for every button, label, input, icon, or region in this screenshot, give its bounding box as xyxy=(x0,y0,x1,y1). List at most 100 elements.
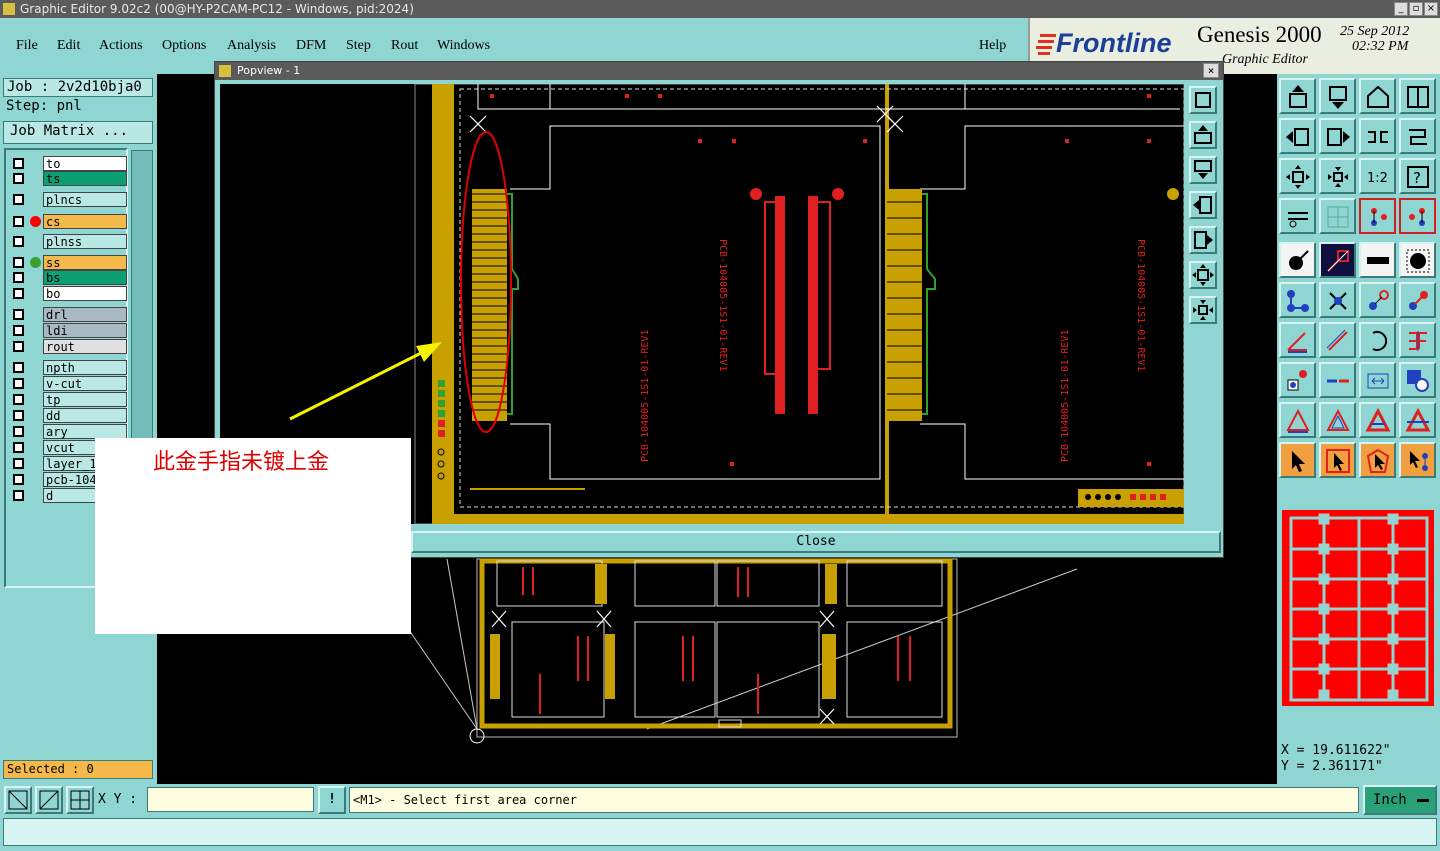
tool-zoom-up-button[interactable] xyxy=(1279,78,1316,114)
tool-triangle-a-button[interactable] xyxy=(1279,402,1316,438)
popview-zoom-out-button[interactable] xyxy=(1189,296,1217,324)
tool-measure-button[interactable] xyxy=(1279,198,1316,234)
tool-zoom-out-button[interactable] xyxy=(1319,158,1356,194)
layer-name[interactable]: bs xyxy=(43,270,127,285)
menu-rout[interactable]: Rout xyxy=(391,38,418,54)
layer-checkbox[interactable] xyxy=(13,257,24,268)
layer-name[interactable]: v-cut xyxy=(43,376,127,391)
menu-dfm[interactable]: DFM xyxy=(296,38,326,54)
menu-step[interactable]: Step xyxy=(346,38,371,54)
layer-checkbox[interactable] xyxy=(13,309,24,320)
layer-name[interactable]: ss xyxy=(43,255,127,270)
layer-row-ss[interactable]: ss xyxy=(8,255,128,270)
close-window-button[interactable]: × xyxy=(1424,2,1438,16)
tool-arc-button[interactable] xyxy=(1359,322,1396,358)
layer-row-npth[interactable]: npth xyxy=(8,360,128,375)
tool-snap-button[interactable] xyxy=(1279,362,1316,398)
tool-add-pad-button[interactable] xyxy=(1279,242,1316,278)
tool-line-split-button[interactable] xyxy=(1319,362,1356,398)
grid-mode-button[interactable] xyxy=(66,786,94,814)
layer-name[interactable]: bo xyxy=(43,286,127,301)
tool-angle-button[interactable] xyxy=(1279,322,1316,358)
tool-add-line-button[interactable] xyxy=(1319,242,1356,278)
layer-name[interactable]: cs xyxy=(43,214,127,229)
tool-triangle-d-button[interactable] xyxy=(1399,402,1436,438)
tool-layers-a-button[interactable] xyxy=(1359,198,1396,234)
tool-grid-button[interactable] xyxy=(1319,198,1356,234)
layer-row-ts[interactable]: ts xyxy=(8,171,128,186)
tool-triangle-b-button[interactable] xyxy=(1319,402,1356,438)
layer-name[interactable]: ldi xyxy=(43,323,127,338)
tool-zoom-down-button[interactable] xyxy=(1319,78,1356,114)
tool-help-button[interactable]: ? xyxy=(1399,158,1436,194)
layer-checkbox[interactable] xyxy=(13,426,24,437)
layer-name[interactable]: plncs xyxy=(43,192,127,207)
popview-pan-left-button[interactable] xyxy=(1189,191,1217,219)
popview-zoom-home-button[interactable] xyxy=(1189,86,1217,114)
layer-row-bo[interactable]: bo xyxy=(8,286,128,301)
layer-checkbox[interactable] xyxy=(13,272,24,283)
tool-connect-button[interactable] xyxy=(1279,282,1316,318)
popview-close-button[interactable]: Close xyxy=(411,531,1221,553)
units-selector[interactable]: Inch xyxy=(1363,785,1437,815)
layer-name[interactable]: plnss xyxy=(43,234,127,249)
popview-zoom-in-button[interactable] xyxy=(1189,261,1217,289)
layer-checkbox[interactable] xyxy=(13,341,24,352)
tool-select-net-button[interactable] xyxy=(1399,442,1436,478)
layer-checkbox[interactable] xyxy=(13,410,24,421)
tool-select-box-button[interactable] xyxy=(1319,442,1356,478)
menu-options[interactable]: Options xyxy=(162,38,206,54)
minimize-button[interactable]: _ xyxy=(1394,2,1408,16)
layer-row-plnss[interactable]: plnss xyxy=(8,234,128,249)
tool-mirror-button[interactable] xyxy=(1359,118,1396,154)
tool-fill-button[interactable] xyxy=(1399,322,1436,358)
menu-analysis[interactable]: Analysis xyxy=(227,38,276,54)
job-matrix-button[interactable]: Job Matrix ... xyxy=(3,121,153,144)
popview-pan-right-button[interactable] xyxy=(1189,226,1217,254)
tool-scale-1-2-button[interactable]: 1:2 xyxy=(1359,158,1396,194)
layer-row-ary[interactable]: ary xyxy=(8,424,128,439)
tool-group-button[interactable] xyxy=(1399,362,1436,398)
layer-row-tp[interactable]: tp xyxy=(8,392,128,407)
tool-move-button[interactable] xyxy=(1359,282,1396,318)
menu-actions[interactable]: Actions xyxy=(99,38,143,54)
layer-checkbox[interactable] xyxy=(13,362,24,373)
layer-checkbox[interactable] xyxy=(13,394,24,405)
layer-checkbox[interactable] xyxy=(13,458,24,469)
layer-name[interactable]: drl xyxy=(43,307,127,322)
tool-ruler-button[interactable] xyxy=(1359,242,1396,278)
tool-select-poly-button[interactable] xyxy=(1359,442,1396,478)
layer-checkbox[interactable] xyxy=(13,173,24,184)
menu-edit[interactable]: Edit xyxy=(57,38,80,54)
layer-name[interactable]: ary xyxy=(43,424,127,439)
tool-copy-button[interactable] xyxy=(1399,282,1436,318)
layer-name[interactable]: rout xyxy=(43,339,127,354)
layer-name[interactable]: npth xyxy=(43,360,127,375)
layer-row-rout[interactable]: rout xyxy=(8,339,128,354)
layer-checkbox[interactable] xyxy=(13,216,24,227)
layer-row-dd[interactable]: dd xyxy=(8,408,128,423)
menu-file[interactable]: File xyxy=(16,38,38,54)
tool-select-button[interactable] xyxy=(1279,442,1316,478)
layer-checkbox[interactable] xyxy=(13,158,24,169)
layer-name[interactable]: ts xyxy=(43,171,127,186)
tool-pan-left-button[interactable] xyxy=(1279,118,1316,154)
tool-triangle-c-button[interactable] xyxy=(1359,402,1396,438)
layer-row-bs[interactable]: bs xyxy=(8,270,128,285)
tool-split-view-button[interactable] xyxy=(1399,78,1436,114)
popview-pan-down-button[interactable] xyxy=(1189,156,1217,184)
layer-name[interactable]: to xyxy=(43,156,127,171)
tool-rotate-button[interactable] xyxy=(1399,118,1436,154)
menu-help[interactable]: Help xyxy=(979,38,1006,54)
layer-row-to[interactable]: to xyxy=(8,156,128,171)
layer-row-plncs[interactable]: plncs xyxy=(8,192,128,207)
tool-stretch-button[interactable] xyxy=(1359,362,1396,398)
layer-checkbox[interactable] xyxy=(13,490,24,501)
layer-name[interactable]: dd xyxy=(43,408,127,423)
popview-close-icon[interactable]: × xyxy=(1203,63,1219,78)
overview-map[interactable] xyxy=(1277,504,1440,736)
snap-mode-button[interactable] xyxy=(4,786,32,814)
layer-row-v-cut[interactable]: v-cut xyxy=(8,376,128,391)
maximize-button[interactable]: ▫ xyxy=(1409,2,1423,16)
popview-pan-up-button[interactable] xyxy=(1189,121,1217,149)
